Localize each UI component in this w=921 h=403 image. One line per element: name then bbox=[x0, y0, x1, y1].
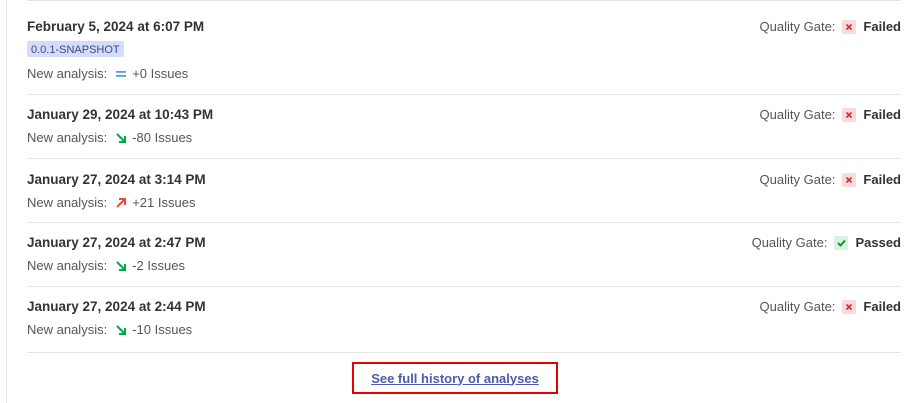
new-analysis-label: New analysis: bbox=[27, 322, 108, 337]
issues-count: +0 Issues bbox=[132, 66, 189, 81]
analysis-row: January 27, 2024 at 2:47 PM New analysis… bbox=[27, 223, 901, 287]
arrow-up-right-icon bbox=[114, 196, 128, 210]
analysis-row: January 27, 2024 at 2:44 PM New analysis… bbox=[27, 287, 901, 353]
analysis-date: January 27, 2024 at 3:14 PM bbox=[27, 172, 206, 187]
analysis-date: January 29, 2024 at 10:43 PM bbox=[27, 107, 214, 122]
quality-gate-status: Quality Gate: Failed bbox=[760, 172, 901, 187]
analysis-row: January 29, 2024 at 10:43 PM New analysi… bbox=[27, 95, 901, 159]
issues-count: -10 Issues bbox=[132, 322, 193, 337]
quality-gate-result: Failed bbox=[863, 107, 901, 122]
issues-count: -2 Issues bbox=[132, 258, 185, 273]
quality-gate-label: Quality Gate: bbox=[759, 19, 836, 34]
quality-gate-result: Failed bbox=[863, 172, 901, 187]
arrow-down-right-icon bbox=[114, 131, 128, 145]
quality-gate-label: Quality Gate: bbox=[759, 172, 836, 187]
analysis-row: February 5, 2024 at 6:07 PM 0.0.1-SNAPSH… bbox=[27, 0, 901, 95]
new-analysis-label: New analysis: bbox=[27, 66, 108, 81]
analysis-date: January 27, 2024 at 2:47 PM bbox=[27, 235, 206, 250]
version-tag: 0.0.1-SNAPSHOT bbox=[27, 41, 124, 57]
see-full-history-link[interactable]: See full history of analyses bbox=[371, 371, 539, 386]
analyses-panel: February 5, 2024 at 6:07 PM 0.0.1-SNAPSH… bbox=[6, 0, 921, 403]
x-icon bbox=[842, 172, 857, 187]
arrow-down-right-icon bbox=[114, 323, 128, 337]
quality-gate-result: Failed bbox=[863, 19, 901, 34]
analysis-list: February 5, 2024 at 6:07 PM 0.0.1-SNAPSH… bbox=[27, 0, 901, 353]
new-analysis-label: New analysis: bbox=[27, 130, 108, 145]
quality-gate-status: Quality Gate: Passed bbox=[752, 235, 901, 250]
history-link-highlight: See full history of analyses bbox=[352, 362, 558, 394]
quality-gate-status: Quality Gate: Failed bbox=[760, 107, 901, 122]
quality-gate-label: Quality Gate: bbox=[751, 235, 828, 250]
quality-gate-label: Quality Gate: bbox=[759, 107, 836, 122]
x-icon bbox=[842, 19, 857, 34]
x-icon bbox=[842, 299, 857, 314]
arrow-down-right-icon bbox=[114, 259, 128, 273]
new-issues-summary: New analysis: -80 Issues bbox=[27, 130, 192, 145]
equal-icon bbox=[114, 67, 128, 81]
x-icon bbox=[842, 107, 857, 122]
issues-count: -80 Issues bbox=[132, 130, 193, 145]
new-issues-summary: New analysis: +21 Issues bbox=[27, 195, 195, 210]
quality-gate-result: Failed bbox=[863, 299, 901, 314]
quality-gate-label: Quality Gate: bbox=[759, 299, 836, 314]
quality-gate-result: Passed bbox=[855, 235, 901, 250]
new-analysis-label: New analysis: bbox=[27, 258, 108, 273]
analysis-row: January 27, 2024 at 3:14 PM New analysis… bbox=[27, 159, 901, 223]
issues-count: +21 Issues bbox=[132, 195, 196, 210]
new-issues-summary: New analysis: +0 Issues bbox=[27, 66, 188, 81]
quality-gate-status: Quality Gate: Failed bbox=[760, 299, 901, 314]
quality-gate-status: Quality Gate: Failed bbox=[760, 19, 901, 34]
check-icon bbox=[834, 235, 849, 250]
analysis-date: January 27, 2024 at 2:44 PM bbox=[27, 299, 206, 314]
analysis-date: February 5, 2024 at 6:07 PM bbox=[27, 19, 205, 34]
new-issues-summary: New analysis: -10 Issues bbox=[27, 322, 192, 337]
new-issues-summary: New analysis: -2 Issues bbox=[27, 258, 185, 273]
new-analysis-label: New analysis: bbox=[27, 195, 108, 210]
